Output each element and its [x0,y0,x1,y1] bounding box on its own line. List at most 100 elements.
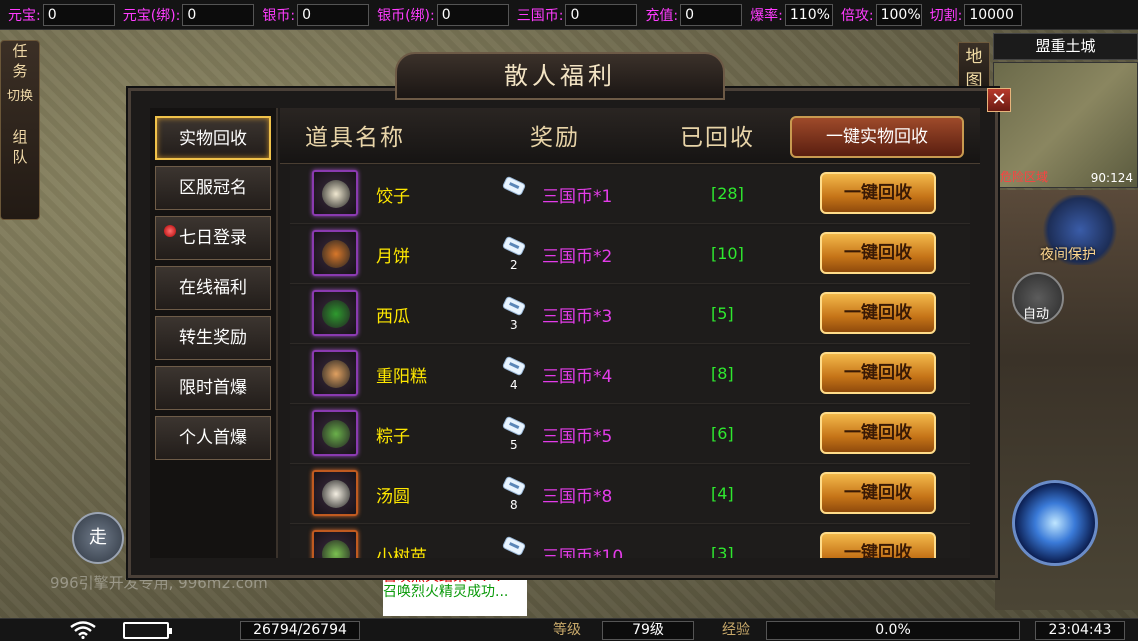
currency-value: 0 [565,3,638,26]
table-header: 道具名称 奖励 已回收 一键实物回收 [280,108,980,164]
ticket-icon: 5 [502,416,526,452]
table-row: 粽子 5 三国币*5 [6] 一键回收 [290,406,970,464]
level-value: 79级 [602,621,694,640]
reward-text: 三国币*5 [542,427,613,447]
currency-value: 100% [875,3,922,26]
ticket-count: 4 [510,378,518,392]
nav-item[interactable]: 实物回收 [155,116,271,160]
main-skill-button[interactable] [1012,480,1098,566]
currency-value: 0 [182,3,255,26]
item-name: 月饼 [376,247,410,267]
currency-bar: 元宝: 0 元宝(绑): 0 银币: 0 银币(绑): 0 三国币: 0 充值: 0 爆率: 110% 倍攻… [0,0,1138,30]
recycle-button[interactable]: 一键回收 [820,412,936,454]
recycle-button[interactable]: 一键回收 [820,472,936,514]
team-tab-char1[interactable]: 组 [1,127,39,147]
item-slot[interactable] [312,350,358,396]
table-row: 西瓜 3 三国币*3 [5] 一键回收 [290,286,970,344]
ticket-icon: 3 [502,296,526,332]
currency-item: 元宝: 0 [0,0,115,30]
walk-toggle-button[interactable]: 走 [72,512,124,564]
nav-item-label: 个人首爆 [179,428,247,448]
item-slot[interactable] [312,230,358,276]
clock-time: 23:04:43 [1035,621,1125,640]
recycle-button[interactable]: 一键回收 [820,232,936,274]
notification-dot-icon [164,225,176,237]
item-slot[interactable] [312,170,358,216]
ticket-count: 3 [510,318,518,332]
recycle-button[interactable]: 一键回收 [820,292,936,334]
currency-item: 三国币: 0 [509,0,638,30]
battery-icon [123,622,172,639]
recycle-all-button[interactable]: 一键实物回收 [790,116,964,158]
task-tab-char1[interactable]: 任 [1,41,39,61]
ticket-count: 8 [510,498,518,512]
left-side-tabs[interactable]: 任 务 切换 组 队 [0,40,40,220]
minimap[interactable]: 危险区域 90:124 [993,62,1138,188]
ticket-icon: 2 [502,236,526,272]
reward-text: 三国币*10 [542,547,624,558]
item-slot[interactable] [312,410,358,456]
team-tab-char2[interactable]: 队 [1,147,39,167]
switch-tab[interactable]: 切换 [1,87,39,107]
currency-label: 充值: [645,7,679,24]
item-icon [322,240,350,268]
nav-item[interactable]: 在线福利 [155,266,271,310]
item-slot[interactable] [312,530,358,558]
wifi-icon [70,621,96,639]
item-slot[interactable] [312,290,358,336]
currency-label: 倍攻: [840,7,874,24]
item-name: 汤圆 [376,487,410,507]
task-tab-char2[interactable]: 务 [1,61,39,81]
table-row: 小树苗 三国币*10 [3] 一键回收 [290,526,970,558]
item-slot[interactable] [312,470,358,516]
recycle-button[interactable]: 一键回收 [820,532,936,558]
recycled-count: [4] [711,484,734,503]
col-item-name: 道具名称 [305,125,405,151]
currency-item: 倍攻: 100% [833,0,922,30]
currency-item: 切割: 10000 [922,0,1023,30]
reward-text: 三国币*1 [542,187,613,207]
recycled-count: [6] [711,424,734,443]
recycle-button[interactable]: 一键回收 [820,172,936,214]
table-row: 月饼 2 三国币*2 [10] 一键回收 [290,226,970,284]
item-icon [322,420,350,448]
currency-label: 元宝(绑): [122,7,181,24]
currency-item: 银币(绑): 0 [369,0,509,30]
currency-value: 0 [436,3,509,26]
recycled-count: [10] [711,244,744,263]
currency-item: 爆率: 110% [742,0,833,30]
ticket-icon: 8 [502,476,526,512]
night-protect-label[interactable]: 夜间保护 [1040,244,1096,264]
ticket-icon: 4 [502,356,526,392]
currency-label: 切割: [929,7,963,24]
nav-item[interactable]: 区服冠名 [155,166,271,210]
nav-item[interactable]: 七日登录 [155,216,271,260]
recycle-content: 道具名称 奖励 已回收 一键实物回收 饺子 三国币*1 [28] 一键回收 月饼 2 三国币… [280,108,980,558]
table-row: 饺子 三国币*1 [28] 一键回收 [290,166,970,224]
item-name: 粽子 [376,427,410,447]
item-name: 饺子 [376,187,410,207]
currency-value: 110% [784,3,833,26]
nav-item-label: 区服冠名 [179,178,247,198]
close-button[interactable]: ✕ [987,88,1011,112]
hp-value: 26794/26794 [240,621,360,640]
panel-title: 散人福利 [395,52,725,100]
exp-value: 0.0% [766,621,1020,640]
currency-value: 0 [42,3,115,26]
auto-fight-label: 自动 [1023,307,1050,322]
nav-item[interactable]: 个人首爆 [155,416,271,460]
item-name: 小树苗 [376,547,427,558]
col-reward: 奖励 [530,125,580,151]
currency-item: 银币: 0 [254,0,370,30]
reward-text: 三国币*3 [542,307,613,327]
ticket-count: 2 [510,258,518,272]
reward-text: 三国币*4 [542,367,613,387]
welfare-nav: 实物回收区服冠名七日登录在线福利转生奖励限时首爆个人首爆 [150,108,278,558]
recycle-button[interactable]: 一键回收 [820,352,936,394]
currency-label: 爆率: [750,7,783,24]
table-row: 重阳糕 4 三国币*4 [8] 一键回收 [290,346,970,404]
nav-item[interactable]: 限时首爆 [155,366,271,410]
nav-item[interactable]: 转生奖励 [155,316,271,360]
map-coordinates: 90:124 [1090,171,1133,185]
table-row: 汤圆 8 三国币*8 [4] 一键回收 [290,466,970,524]
